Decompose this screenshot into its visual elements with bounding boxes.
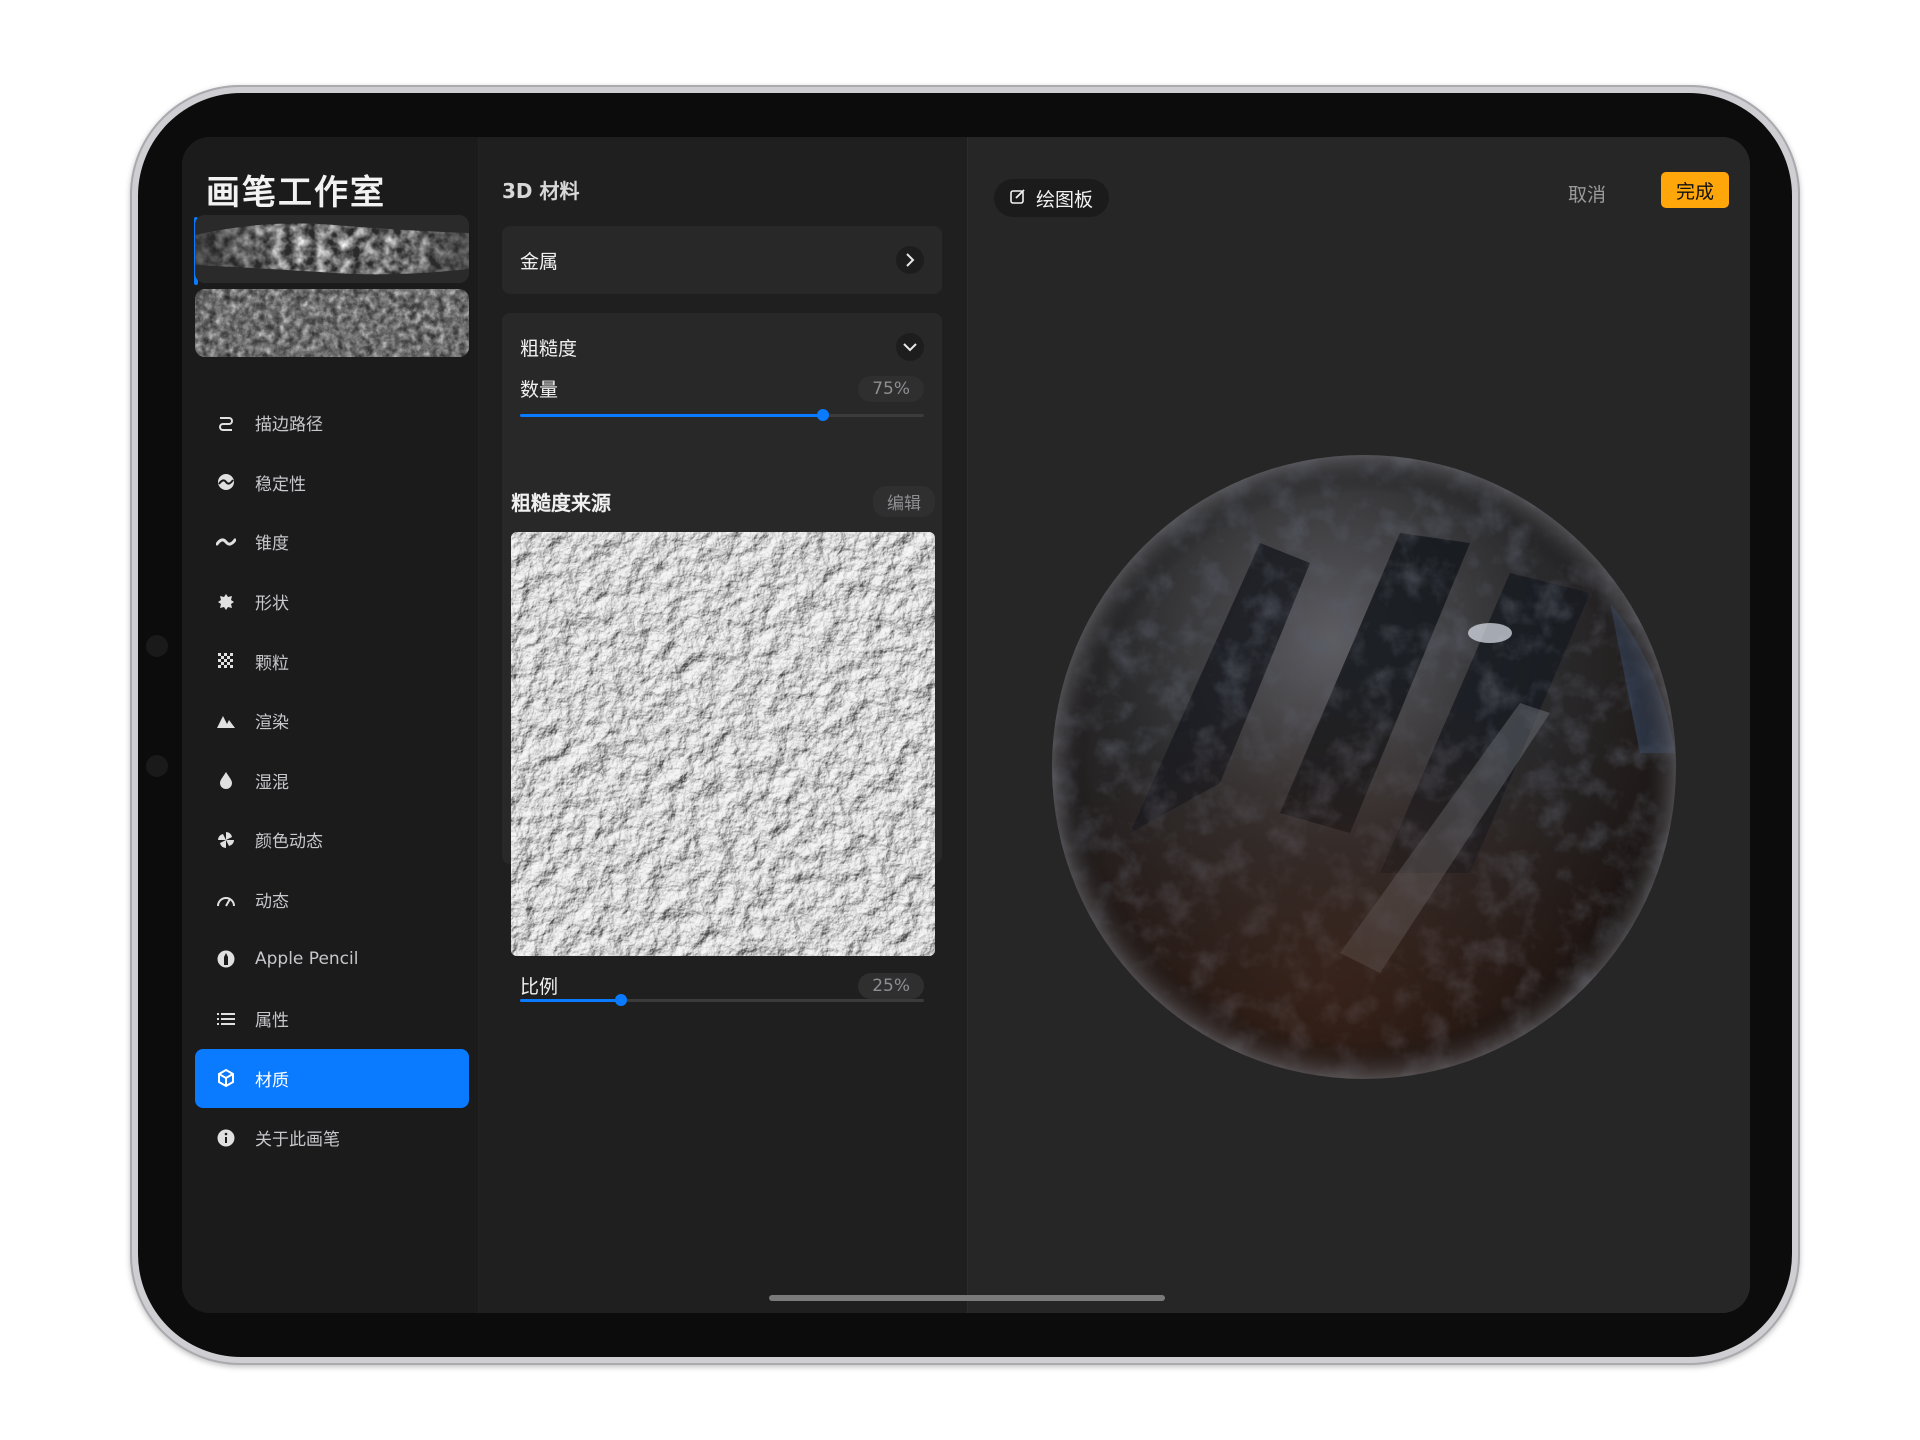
sidebar-item-shape[interactable]: 形状: [195, 572, 469, 632]
amount-slider-thumb[interactable]: [817, 409, 829, 421]
sidebar-item-label: 动态: [255, 892, 289, 913]
material-preview-sphere[interactable]: [1050, 453, 1678, 1081]
sidebar-item-label: 形状: [255, 594, 289, 615]
sidebar-item-label: 材质: [255, 1070, 289, 1091]
panel-title: 3D 材料: [502, 179, 580, 203]
sidebar-item-wet-mix[interactable]: 湿混: [195, 751, 469, 811]
sidebar-item-rendering[interactable]: 渲染: [195, 691, 469, 751]
material-settings-panel: 3D 材料 金属 粗糙度 数量 75% 粗糙度来源 编辑 比例 25%: [479, 137, 968, 1313]
sidebar-item-label: 锥度: [255, 534, 289, 555]
sidebar-item-taper[interactable]: 锥度: [195, 512, 469, 572]
scale-row: 比例 25%: [502, 972, 942, 999]
sidebar-item-properties[interactable]: 属性: [195, 989, 469, 1049]
camera-sensor: [146, 755, 168, 777]
sidebar-item-label: 颗粒: [255, 653, 289, 674]
apple-pencil-icon: [215, 948, 237, 970]
stabilization-icon: [215, 471, 237, 493]
edit-button[interactable]: 编辑: [873, 486, 935, 517]
roughness-source-label: 粗糙度来源: [511, 491, 611, 515]
sidebar-item-color-dynamics[interactable]: 颜色动态: [195, 810, 469, 870]
scale-label: 比例: [520, 976, 559, 998]
chevron-right-icon[interactable]: [896, 246, 924, 274]
metal-label: 金属: [520, 250, 559, 273]
roughness-texture-image[interactable]: [511, 532, 935, 956]
sidebar-item-dynamics[interactable]: 动态: [195, 870, 469, 930]
shape-icon: [215, 591, 237, 613]
sidebar-item-grain[interactable]: 颗粒: [195, 631, 469, 691]
metal-section[interactable]: 金属: [502, 226, 942, 294]
amount-slider-fill: [520, 414, 823, 417]
material-preview-area: 绘图板 取消 完成: [968, 137, 1750, 1313]
sidebar-item-stabilization[interactable]: 稳定性: [195, 453, 469, 513]
amount-row: 数量 75%: [502, 375, 942, 402]
sidebar-item-label: 湿混: [255, 772, 289, 793]
amount-slider[interactable]: [520, 409, 924, 421]
sidebar-item-label: 关于此画笔: [255, 1130, 340, 1151]
color-dynamics-icon: [215, 829, 237, 851]
amount-value[interactable]: 75%: [858, 375, 924, 402]
home-indicator[interactable]: [769, 1295, 1165, 1301]
roughness-label: 粗糙度: [520, 337, 578, 360]
cancel-button[interactable]: 取消: [1568, 180, 1606, 207]
done-button[interactable]: 完成: [1661, 172, 1729, 208]
wet-mix-icon: [215, 769, 237, 791]
taper-icon: [215, 531, 237, 553]
materials-icon: [215, 1067, 237, 1089]
stroke-path-icon: [215, 412, 237, 434]
info-icon: [215, 1127, 237, 1149]
sidebar-item-materials[interactable]: 材质: [195, 1048, 469, 1109]
sidebar-item-label: 稳定性: [255, 474, 306, 495]
scale-slider[interactable]: [520, 994, 924, 1006]
drawing-pad-button[interactable]: 绘图板: [994, 179, 1110, 217]
sidebar-item-label: 属性: [255, 1011, 289, 1032]
roughness-source-row: 粗糙度来源 编辑: [511, 486, 935, 517]
dynamics-icon: [215, 889, 237, 911]
scale-slider-thumb[interactable]: [615, 994, 627, 1006]
settings-nav: 描边路径 稳定性 锥度 形状 颗粒 渲染 湿混 颜色动态 动态 Apple Pe…: [195, 393, 469, 1168]
sidebar-item-label: 渲染: [255, 713, 289, 734]
rendering-icon: [215, 710, 237, 732]
brush-stroke-preview[interactable]: [195, 215, 469, 283]
scale-slider-fill: [520, 999, 621, 1002]
sidebar-item-label: Apple Pencil: [255, 949, 359, 970]
amount-label: 数量: [520, 379, 559, 401]
camera-sensor: [146, 635, 168, 657]
drawing-pad-label: 绘图板: [1036, 188, 1094, 211]
sidebar-item-apple-pencil[interactable]: Apple Pencil: [195, 929, 469, 989]
page-title: 画笔工作室: [206, 173, 386, 213]
grain-icon: [215, 650, 237, 672]
chevron-down-icon[interactable]: [896, 333, 924, 361]
scale-value[interactable]: 25%: [858, 972, 924, 999]
app-screen: 画笔工作室 描边路径 稳定性 锥度 形状 颗粒 渲染 湿混 颜色动态 动态 Ap…: [182, 137, 1750, 1313]
properties-icon: [215, 1008, 237, 1030]
sidebar-item-stroke-path[interactable]: 描边路径: [195, 393, 469, 453]
sidebar-item-label: 颜色动态: [255, 832, 323, 853]
sidebar: 画笔工作室 描边路径 稳定性 锥度 形状 颗粒 渲染 湿混 颜色动态 动态 Ap…: [182, 137, 478, 1313]
sidebar-item-about[interactable]: 关于此画笔: [195, 1108, 469, 1168]
sidebar-item-label: 描边路径: [255, 415, 323, 436]
roughness-header[interactable]: 粗糙度: [502, 313, 942, 381]
edit-square-icon: [1010, 187, 1026, 209]
grain-preview[interactable]: [195, 289, 469, 357]
